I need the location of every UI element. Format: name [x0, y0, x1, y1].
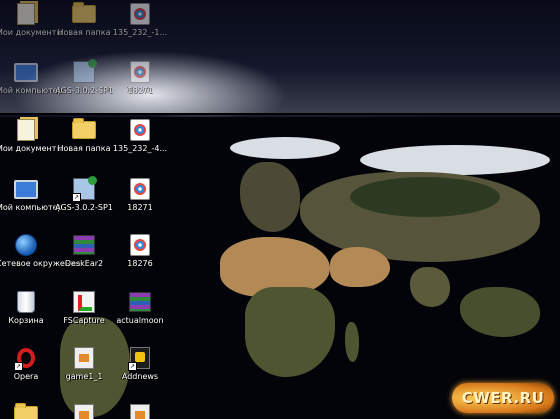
desktop-icon-game1[interactable]: game1_1: [54, 346, 114, 382]
icon-label: Мои документы: [0, 28, 63, 37]
desktop-icon-actualmoon[interactable]: actualmoon: [110, 290, 170, 326]
desktop-icon-deskear2[interactable]: DeskEar2: [54, 233, 114, 269]
desktop-icon-media-135[interactable]: 135_232_-4...: [110, 118, 170, 154]
my-computer-icon: [13, 60, 39, 84]
fscapture-icon: [71, 290, 97, 314]
icon-label: Мой компьютер: [0, 86, 63, 95]
icon-label: 18271: [127, 203, 153, 212]
media-file-icon: [127, 118, 153, 142]
ghost-icon-18271[interactable]: 18271: [110, 60, 170, 96]
desktop-icon-18271[interactable]: 18271: [110, 177, 170, 213]
icon-label: Мои документы: [0, 144, 63, 153]
documents-folder-icon: [13, 2, 39, 26]
executable-icon: [71, 403, 97, 419]
ghost-icon-media-135[interactable]: 135_232_-1...: [110, 2, 170, 38]
folder-icon: [71, 118, 97, 142]
media-file-icon: [127, 2, 153, 26]
icon-label: Корзина: [8, 316, 44, 325]
desktop-icon-fscapture[interactable]: FSCapture: [54, 290, 114, 326]
icon-label: Сетевое окружение: [0, 259, 81, 268]
addnews-icon: ↗: [127, 346, 153, 371]
executable-icon: [127, 403, 153, 419]
desktop-icon-my-computer[interactable]: Мой компьютер: [0, 177, 63, 213]
desktop-icon-new-folder[interactable]: Новая папка: [54, 118, 114, 154]
installer-icon: ↗: [71, 176, 97, 202]
media-file-icon: [127, 177, 153, 201]
icon-label: Мой компьютер: [0, 203, 63, 212]
desktop-icon-recycle-bin[interactable]: Корзина: [0, 290, 56, 326]
icon-label: AGS-3.0.2-SP1: [55, 203, 113, 212]
icon-label: actualmoon: [116, 316, 164, 325]
desktop-icon-addnews[interactable]: ↗ Addnews: [110, 346, 170, 382]
desktop-icon-network[interactable]: Сетевое окружение: [0, 233, 81, 269]
folder-icon: [71, 2, 97, 26]
desktop-icon-opera[interactable]: ↗ Opera: [0, 346, 56, 382]
documents-folder-icon: [13, 118, 39, 142]
icon-label: 135_232_-4...: [112, 144, 168, 153]
icon-label: 135_232_-1...: [112, 28, 168, 37]
desktop-icon-ags[interactable]: ↗ AGS-3.0.2-SP1: [54, 176, 114, 213]
icon-label: AGS-3.0.2-SP1: [55, 86, 113, 95]
network-globe-icon: [13, 233, 39, 257]
icon-label: 18271: [127, 86, 153, 95]
icon-label: Новая папка: [57, 144, 111, 153]
folder-icon: [13, 403, 39, 419]
desktop-icon-partial-exe[interactable]: [54, 403, 114, 419]
desktop-icon-partial-exe-2[interactable]: [110, 403, 170, 419]
cwer-watermark-logo: CWER.RU: [452, 383, 554, 413]
icon-label: FSCapture: [63, 316, 105, 325]
opera-icon: ↗: [13, 346, 39, 371]
desktop: Мои документы Новая папка 135_232_-1... …: [0, 0, 560, 419]
archive-icon: [71, 233, 97, 257]
installer-icon: [71, 59, 97, 84]
recycle-bin-icon: [13, 290, 39, 314]
desktop-icon-partial-folder[interactable]: [0, 403, 56, 419]
icon-label: Addnews: [121, 372, 159, 381]
archive-icon: [127, 290, 153, 314]
icon-label: Opera: [13, 372, 39, 381]
ghost-icon-my-computer[interactable]: Мой компьютер: [0, 60, 63, 96]
my-computer-icon: [13, 177, 39, 201]
ghost-icon-my-documents[interactable]: Мои документы: [0, 2, 63, 38]
ghost-icon-ags[interactable]: AGS-3.0.2-SP1: [54, 59, 114, 96]
icon-label: Новая папка: [57, 28, 111, 37]
icon-label: 18276: [127, 259, 153, 268]
executable-icon: [71, 346, 97, 370]
desktop-icon-my-documents[interactable]: Мои документы: [0, 118, 63, 154]
media-file-icon: [127, 233, 153, 257]
icon-label: DeskEar2: [64, 259, 104, 268]
icon-label: game1_1: [65, 372, 103, 381]
media-file-icon: [127, 60, 153, 84]
watermark-text: CWER.RU: [461, 389, 545, 407]
desktop-icon-18276[interactable]: 18276: [110, 233, 170, 269]
ghost-icon-new-folder[interactable]: Новая папка: [54, 2, 114, 38]
